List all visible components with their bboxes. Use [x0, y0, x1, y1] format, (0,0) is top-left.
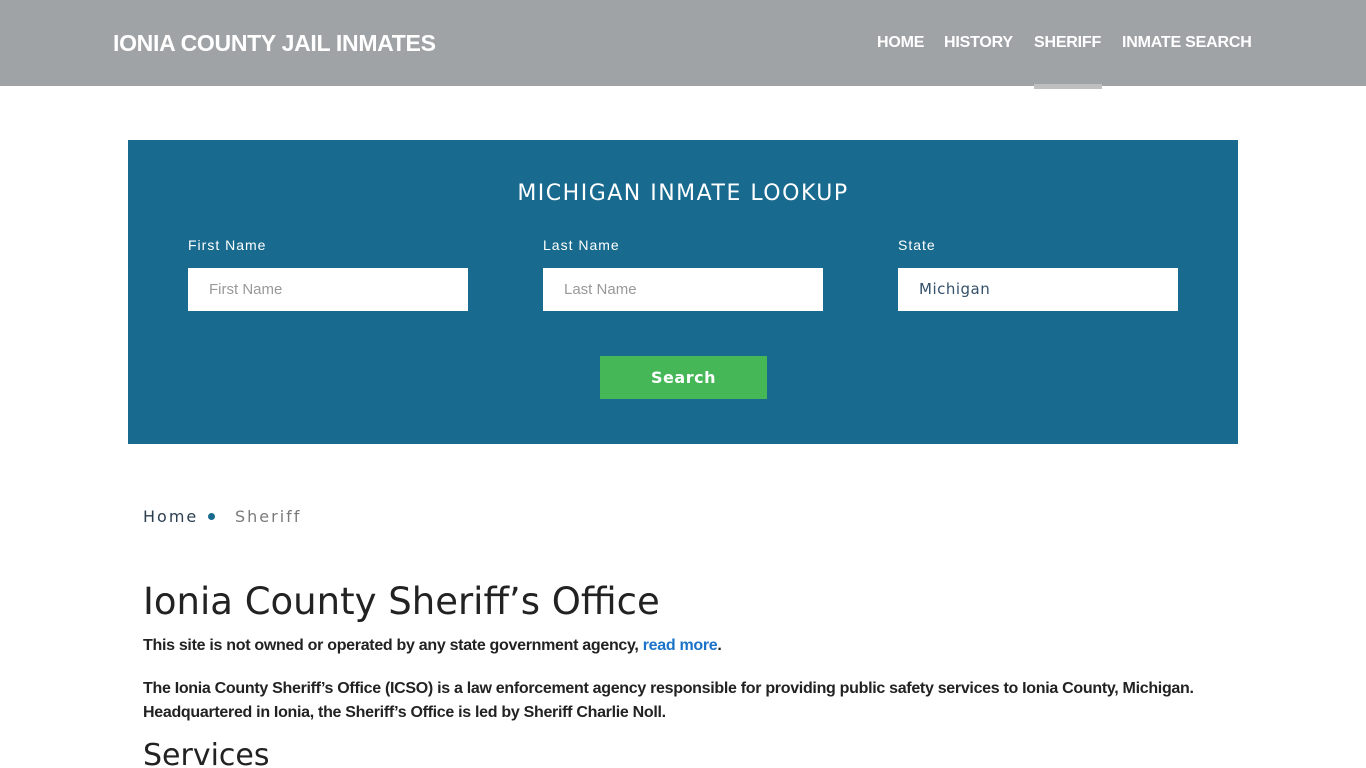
nav-home[interactable]: HOME	[877, 34, 924, 52]
first-name-label: First Name	[188, 237, 267, 253]
disclaimer-text: This site is not owned or operated by an…	[143, 637, 643, 654]
breadcrumb-current: Sheriff	[235, 507, 302, 526]
last-name-label: Last Name	[543, 237, 620, 253]
intro-paragraph: The Ionia County Sheriff’s Office (ICSO)…	[143, 680, 1194, 721]
nav-sheriff[interactable]: SHERIFF	[1034, 34, 1101, 52]
nav-history[interactable]: HISTORY	[944, 34, 1013, 52]
state-select[interactable]: Michigan	[898, 268, 1178, 311]
search-button[interactable]: Search	[600, 356, 767, 399]
last-name-input[interactable]	[543, 268, 823, 311]
breadcrumb-separator	[208, 513, 215, 520]
disclaimer: This site is not owned or operated by an…	[143, 637, 722, 655]
nav-inmate-search[interactable]: INMATE SEARCH	[1122, 34, 1252, 52]
first-name-input[interactable]	[188, 268, 468, 311]
active-nav-indicator	[1034, 84, 1102, 89]
disclaimer-end: .	[717, 637, 722, 654]
breadcrumb-home[interactable]: Home	[143, 507, 198, 526]
main-nav: HOME HISTORY SHERIFF INMATE SEARCH	[0, 34, 1366, 54]
state-label: State	[898, 237, 936, 253]
lookup-title: MICHIGAN INMATE LOOKUP	[517, 181, 849, 206]
read-more-link[interactable]: read more	[643, 637, 718, 654]
services-heading: Services	[143, 738, 270, 768]
page-title: Ionia County Sheriff’s Office	[143, 580, 660, 623]
